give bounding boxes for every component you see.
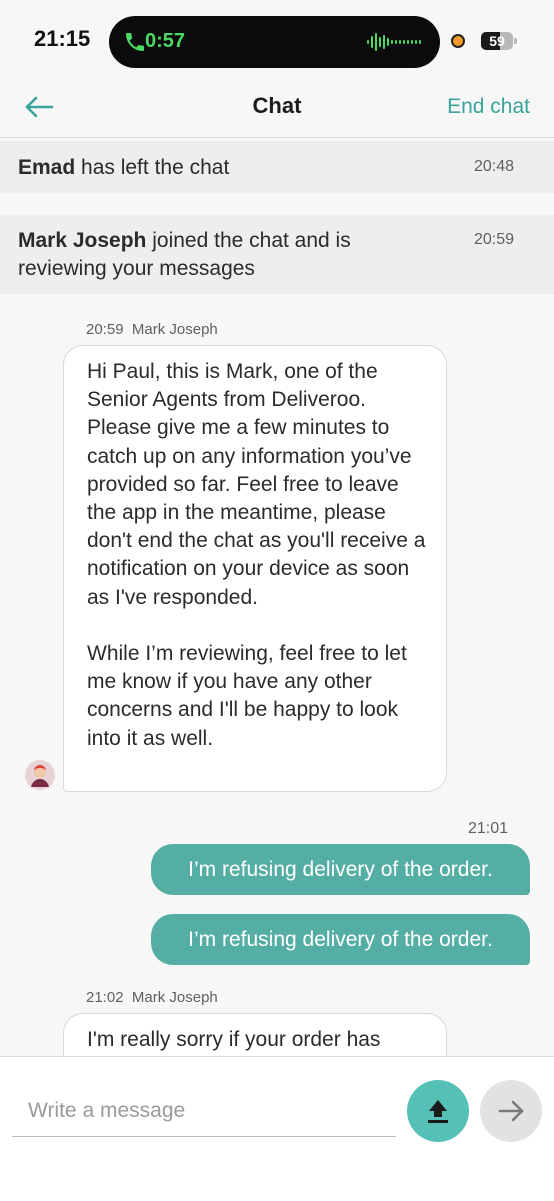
battery-level: 59 <box>489 33 505 49</box>
battery-indicator: 59 <box>481 32 513 50</box>
dynamic-island[interactable]: 0:57 <box>109 16 440 68</box>
call-timer: 0:57 <box>145 30 186 52</box>
phone-call-icon <box>126 33 144 51</box>
message-meta: 21:02 Mark Joseph <box>86 989 218 1006</box>
message-time: 20:59 <box>86 321 124 338</box>
message-sender: Mark Joseph <box>131 989 218 1006</box>
chat-header: Chat End chat <box>0 80 554 138</box>
message-time: 21:01 <box>467 820 508 837</box>
message-composer <box>0 1056 554 1201</box>
message-time: 21:02 <box>86 989 124 1006</box>
system-message-actor: Emad <box>18 156 76 179</box>
message-sender: Mark Joseph <box>131 321 218 338</box>
recording-indicator <box>451 34 465 48</box>
upload-icon <box>428 1100 448 1123</box>
message-text: Hi Paul, this is Mark, one of the Senior… <box>87 360 426 750</box>
end-chat-button[interactable]: End chat <box>447 95 530 119</box>
upload-button[interactable] <box>407 1080 469 1142</box>
system-message: Mark Joseph joined the chat and is revie… <box>0 215 554 294</box>
system-message: Emad has left the chat 20:48 <box>0 141 554 193</box>
incoming-message-bubble[interactable]: Hi Paul, this is Mark, one of the Senior… <box>63 345 447 792</box>
outgoing-message-bubble[interactable]: I’m refusing delivery of the order. <box>151 914 530 965</box>
send-button[interactable] <box>480 1080 542 1142</box>
battery-tip <box>514 38 517 44</box>
send-arrow-icon <box>498 1100 524 1122</box>
system-message-time: 20:48 <box>473 158 514 175</box>
status-bar: 21:15 0:57 59 <box>0 0 554 80</box>
system-message-text: Emad has left the chat <box>18 154 398 182</box>
agent-avatar <box>25 760 55 790</box>
system-message-body: has left the chat <box>75 156 230 179</box>
status-time: 21:15 <box>34 26 91 51</box>
message-meta: 20:59 Mark Joseph <box>86 321 218 338</box>
system-message-actor: Mark Joseph <box>18 229 147 252</box>
system-message-time: 20:59 <box>473 231 514 248</box>
message-input[interactable] <box>12 1085 396 1137</box>
outgoing-message-bubble[interactable]: I’m refusing delivery of the order. <box>151 844 530 895</box>
system-message-text: Mark Joseph joined the chat and is revie… <box>18 227 398 283</box>
audio-waveform-icon <box>367 33 421 51</box>
